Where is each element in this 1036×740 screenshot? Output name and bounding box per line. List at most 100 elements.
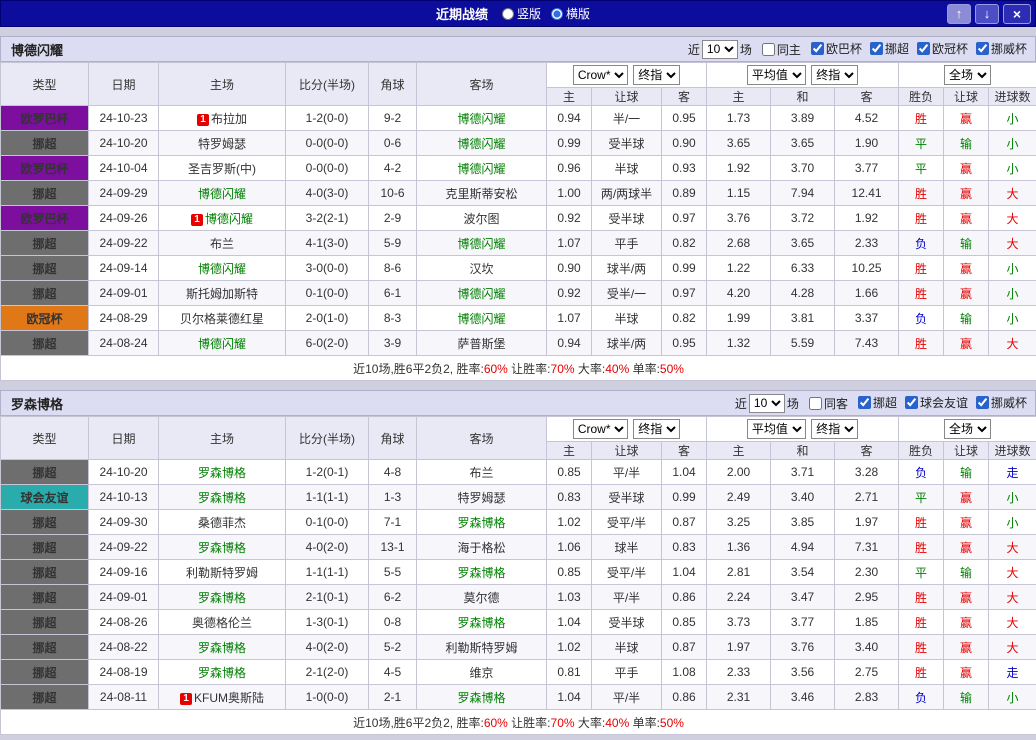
goals-result-cell: 大 xyxy=(988,559,1036,585)
recent-count-select[interactable]: 10 xyxy=(748,393,785,413)
same-venue-input[interactable] xyxy=(761,42,775,56)
league-filter-checkbox[interactable]: 欧巴杯 xyxy=(807,40,862,57)
away-team-cell: 克里斯蒂安松 xyxy=(416,180,547,206)
avg-draw-cell: 7.94 xyxy=(770,180,836,206)
league-checkbox-input[interactable] xyxy=(869,42,883,55)
odds-group-header: Crow* 终指 xyxy=(545,416,708,442)
avg-odds-select[interactable]: 平均值 xyxy=(746,419,806,439)
team-name-text: 罗森博格 xyxy=(197,665,246,680)
avg-home-cell: 3.73 xyxy=(706,609,772,635)
radio-horizontal-input[interactable] xyxy=(551,7,563,20)
league-type-cell: 欧罗巴杯 xyxy=(0,105,89,131)
fulltime-group-header: 全场 xyxy=(898,62,1036,88)
league-filters: 欧巴杯 挪超 欧冠杯 挪威杯 xyxy=(803,40,1027,58)
corners-cell: 4-5 xyxy=(368,659,417,685)
date-cell: 24-09-01 xyxy=(88,280,159,306)
close-button[interactable]: × xyxy=(1003,4,1031,24)
league-checkbox-input[interactable] xyxy=(857,396,871,409)
league-filter-checkbox[interactable]: 挪威杯 xyxy=(972,40,1027,57)
league-checkbox-input[interactable] xyxy=(975,42,989,55)
red-card-badge: 1 xyxy=(196,113,209,126)
handicap-result-cell: 赢 xyxy=(943,105,990,131)
handicap-cell: 受半球 xyxy=(591,205,662,231)
league-checkbox-input[interactable] xyxy=(916,42,930,55)
home-team-cell: 贝尔格莱德红星 xyxy=(158,305,286,331)
summary-text: 70% xyxy=(550,715,575,730)
summary-text: 70% xyxy=(550,361,575,376)
league-checkbox-input[interactable] xyxy=(904,396,918,409)
date-cell: 24-10-20 xyxy=(88,459,159,485)
date-cell: 24-08-19 xyxy=(88,659,159,685)
league-filter-checkbox[interactable]: 挪威杯 xyxy=(972,394,1027,411)
handicap-cell: 平/半 xyxy=(591,459,662,485)
date-cell: 24-09-22 xyxy=(88,534,159,560)
avg-odds-select[interactable]: 平均值 xyxy=(746,65,806,85)
odds-company-select[interactable]: Crow* xyxy=(572,65,628,85)
goals-result-cell: 小 xyxy=(988,280,1036,306)
league-label: 挪超 xyxy=(872,396,897,410)
result-cell: 胜 xyxy=(898,609,945,635)
league-filter-checkbox[interactable]: 欧冠杯 xyxy=(913,40,968,57)
radio-vertical-input[interactable] xyxy=(501,7,514,20)
match-row: 球会友谊 24-10-13 罗森博格 1-1(1-1) 1-3 特罗姆瑟 0.83 受半球 0.… xyxy=(0,484,1036,510)
layout-radio-horizontal[interactable]: 横版 xyxy=(551,5,590,22)
result-cell: 负 xyxy=(898,230,945,256)
handicap-cell: 受半球 xyxy=(591,609,662,635)
result-cell: 胜 xyxy=(898,509,945,535)
col-header-result: 胜负 xyxy=(898,441,945,460)
league-filter-checkbox[interactable]: 挪超 xyxy=(866,40,909,57)
away-team-cell: 波尔图 xyxy=(416,205,547,231)
match-row: 挪超 24-08-24 博德闪耀 6-0(2-0) 3-9 萨普斯堡 0.94 球半/两 0.9… xyxy=(0,330,1036,356)
fulltime-select[interactable]: 全场 xyxy=(944,419,992,439)
league-checkbox-input[interactable] xyxy=(975,396,989,409)
score-cell: 0-0(0-0) xyxy=(285,130,369,156)
team-section-header: 罗森博格 近 10 场 同客 挪超 球会友谊 挪威杯 xyxy=(0,390,1036,416)
odds-time-select[interactable]: 终指 xyxy=(633,419,681,439)
corners-cell: 5-9 xyxy=(368,230,417,256)
handicap-result-cell: 赢 xyxy=(943,534,990,560)
avg-home-cell: 2.24 xyxy=(706,584,772,610)
team-name-text: 布拉加 xyxy=(210,111,247,126)
avg-away-cell: 2.33 xyxy=(834,230,900,256)
odds-home-cell: 0.96 xyxy=(546,155,592,181)
avg-away-cell: 2.95 xyxy=(834,584,900,610)
league-filter-checkbox[interactable]: 挪超 xyxy=(854,394,897,411)
col-header-score: 比分(半场) xyxy=(285,62,369,106)
handicap-cell: 平手 xyxy=(591,230,662,256)
match-row: 欧罗巴杯 24-10-04 圣吉罗斯(中) 0-0(0-0) 4-2 博德闪耀 0.96 半球… xyxy=(0,155,1036,181)
same-venue-input[interactable] xyxy=(808,396,822,410)
avg-draw-cell: 4.28 xyxy=(770,280,836,306)
avg-home-cell: 1.73 xyxy=(706,105,772,131)
odds-company-select[interactable]: Crow* xyxy=(572,419,628,439)
col-header-handicap-result: 让球 xyxy=(943,87,990,106)
corners-cell: 10-6 xyxy=(368,180,417,206)
avg-away-cell: 4.52 xyxy=(834,105,900,131)
match-row: 挪超 24-08-22 罗森博格 4-0(2-0) 5-2 利勒斯特罗姆 1.02 半球 0.8… xyxy=(0,634,1036,660)
fulltime-select[interactable]: 全场 xyxy=(944,65,992,85)
scroll-up-button[interactable]: ↑ xyxy=(947,4,971,24)
odds-away-cell: 0.82 xyxy=(660,230,708,256)
col-header-avg-home: 主 xyxy=(706,441,772,460)
recent-count-select[interactable]: 10 xyxy=(701,39,738,59)
goals-result-cell: 大 xyxy=(988,180,1036,206)
avg-time-select[interactable]: 终指 xyxy=(811,65,859,85)
league-checkbox-input[interactable] xyxy=(810,42,824,55)
radio-vertical-label: 竖版 xyxy=(516,7,541,21)
corners-cell: 8-6 xyxy=(368,255,417,281)
goals-result-cell: 大 xyxy=(988,330,1036,356)
match-row: 挪超 24-09-30 桑德菲杰 0-1(0-0) 7-1 罗森博格 1.02 受平/半 0.8… xyxy=(0,509,1036,535)
team-name-text: 罗森博格 xyxy=(197,490,246,505)
handicap-result-cell: 赢 xyxy=(943,659,990,685)
layout-radio-vertical[interactable]: 竖版 xyxy=(501,5,541,22)
match-row: 挪超 24-10-20 罗森博格 1-2(0-1) 4-8 布兰 0.85 平/半 1.04 2.… xyxy=(0,459,1036,485)
avg-home-cell: 1.22 xyxy=(706,255,772,281)
odds-time-select[interactable]: 终指 xyxy=(633,65,681,85)
avg-home-cell: 1.15 xyxy=(706,180,772,206)
same-venue-checkbox[interactable]: 同主 xyxy=(758,41,801,58)
scroll-down-button[interactable]: ↓ xyxy=(975,4,999,24)
odds-home-cell: 0.94 xyxy=(546,330,592,356)
same-venue-checkbox[interactable]: 同客 xyxy=(805,395,848,412)
filter-bar: 近 10 场 同客 挪超 球会友谊 挪威杯 xyxy=(733,393,1029,413)
avg-time-select[interactable]: 终指 xyxy=(811,419,859,439)
league-filter-checkbox[interactable]: 球会友谊 xyxy=(901,394,968,411)
